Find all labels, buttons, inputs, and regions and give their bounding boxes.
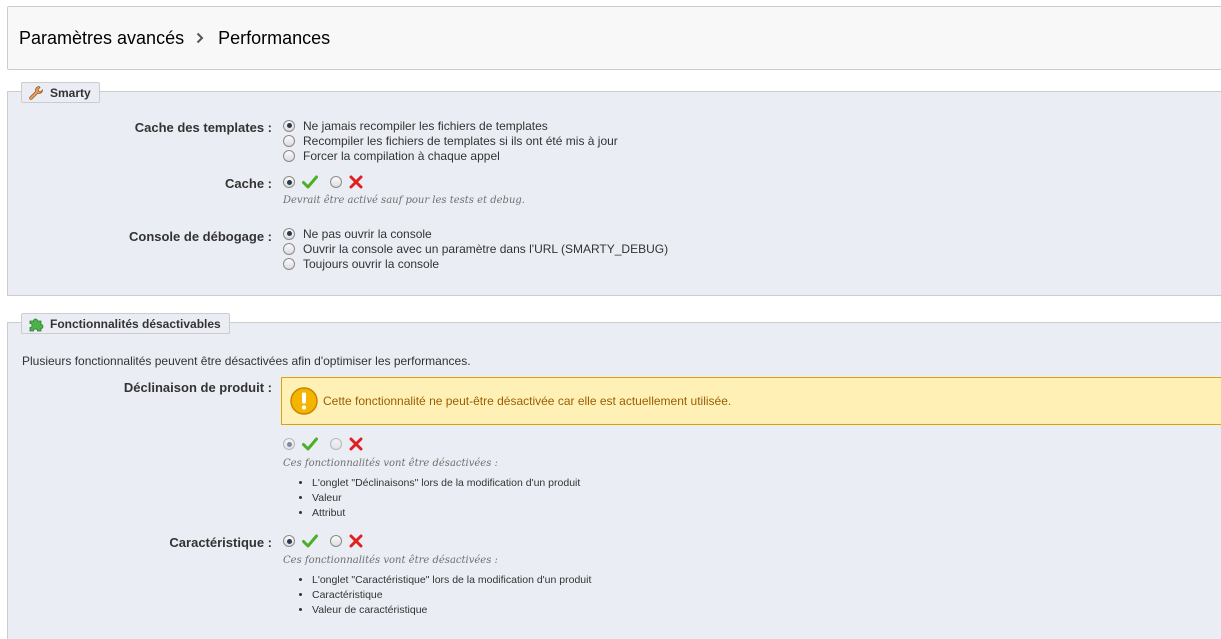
cross-icon [349, 437, 363, 451]
combinations-no-radio[interactable] [330, 438, 342, 450]
cache-toggle [283, 175, 375, 189]
template-cache-label: Cache des templates : [134, 120, 272, 135]
breadcrumb: Paramètres avancés Performances [7, 6, 1221, 70]
combinations-warning-text: Cette fonctionnalité ne peut-être désact… [323, 394, 732, 408]
features-fieldset: Fonctionnalités désactivables Plusieurs … [7, 313, 1221, 639]
puzzle-icon [29, 318, 44, 331]
template-cache-option-never[interactable]: Ne jamais recompiler les fichiers de tem… [283, 118, 618, 133]
radio-button[interactable] [283, 257, 295, 270]
features-intro: Plusieurs fonctionnalités peuvent être d… [22, 354, 471, 368]
cache-yes-radio[interactable] [283, 176, 295, 188]
combinations-yes-radio[interactable] [283, 438, 295, 450]
list-item: L'onglet "Déclinaisons" lors de la modif… [312, 476, 580, 491]
debug-console-option-never[interactable]: Ne pas ouvrir la console [283, 226, 668, 241]
radio-button[interactable] [283, 242, 295, 255]
list-item: Valeur de caractéristique [312, 603, 591, 618]
list-item: Valeur [312, 491, 580, 506]
breadcrumb-parent[interactable]: Paramètres avancés [19, 28, 184, 49]
cache-hint: Devrait être activé sauf pour les tests … [283, 195, 525, 206]
template-cache-option-force[interactable]: Forcer la compilation à chaque appel [283, 148, 618, 163]
warning-icon [290, 387, 318, 415]
debug-console-option-url[interactable]: Ouvrir la console avec un paramètre dans… [283, 241, 668, 256]
characteristic-label: Caractéristique : [169, 535, 272, 550]
cross-icon [349, 534, 363, 548]
radio-button[interactable] [283, 149, 295, 162]
characteristic-feature-list: L'onglet "Caractéristique" lors de la mo… [298, 573, 591, 618]
radio-button[interactable] [283, 134, 295, 147]
cross-icon [349, 175, 363, 189]
smarty-legend: Smarty [21, 82, 100, 103]
characteristic-yes-radio[interactable] [283, 535, 295, 547]
chevron-right-icon [196, 32, 204, 44]
debug-console-label: Console de débogage : [128, 229, 272, 244]
characteristic-no-radio[interactable] [330, 535, 342, 547]
cache-label: Cache : [225, 176, 272, 191]
breadcrumb-current: Performances [218, 27, 331, 48]
features-legend-label: Fonctionnalités désactivables [50, 316, 221, 331]
check-icon [302, 534, 318, 548]
template-cache-option-updated[interactable]: Recompiler les fichiers de templates si … [283, 133, 618, 148]
smarty-legend-label: Smarty [50, 85, 91, 100]
combinations-warning: Cette fonctionnalité ne peut-être désact… [281, 377, 1221, 425]
combinations-hint: Ces fonctionnalités vont être désactivée… [283, 458, 498, 469]
wrench-icon [29, 85, 43, 100]
list-item: Caractéristique [312, 588, 591, 603]
combinations-toggle [283, 437, 375, 451]
features-legend: Fonctionnalités désactivables [21, 313, 230, 334]
cache-no-radio[interactable] [330, 176, 342, 188]
radio-button[interactable] [283, 119, 295, 132]
characteristic-toggle [283, 534, 375, 548]
check-icon [302, 175, 318, 189]
list-item: L'onglet "Caractéristique" lors de la mo… [312, 573, 591, 588]
radio-button[interactable] [283, 227, 295, 240]
check-icon [302, 437, 318, 451]
combinations-feature-list: L'onglet "Déclinaisons" lors de la modif… [298, 476, 580, 521]
characteristic-hint: Ces fonctionnalités vont être désactivée… [283, 555, 498, 566]
combinations-label: Déclinaison de produit : [123, 380, 272, 395]
debug-console-options: Ne pas ouvrir la console Ouvrir la conso… [283, 226, 668, 271]
debug-console-option-always[interactable]: Toujours ouvrir la console [283, 256, 668, 271]
smarty-fieldset: Smarty Cache des templates : Ne jamais r… [7, 82, 1221, 296]
list-item: Attribut [312, 506, 580, 521]
template-cache-options: Ne jamais recompiler les fichiers de tem… [283, 118, 618, 163]
